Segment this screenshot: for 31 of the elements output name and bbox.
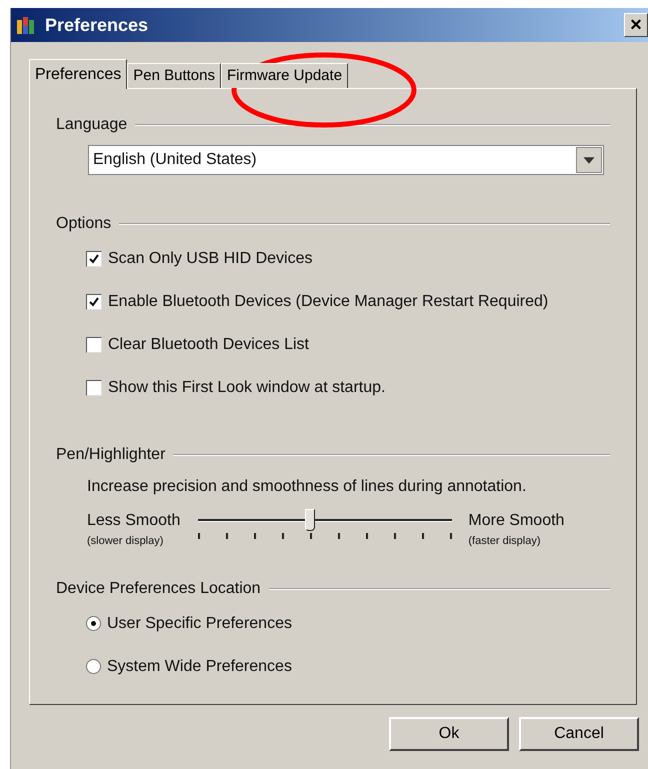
slider-min-note: (slower display) — [87, 534, 164, 549]
radio-button[interactable] — [86, 616, 101, 631]
checkbox[interactable] — [86, 337, 102, 353]
dialog-button[interactable]: Ok — [389, 717, 509, 751]
radio-button[interactable] — [86, 659, 101, 674]
checkbox-label: Scan Only USB HID Devices — [108, 249, 313, 269]
tab[interactable]: Firmware Update — [221, 63, 348, 88]
radio-label: User Specific Preferences — [107, 614, 292, 634]
slider-max-label: More Smooth — [468, 511, 564, 531]
section-heading: Device Preferences Location — [56, 578, 261, 598]
tab[interactable]: Pen Buttons — [127, 63, 221, 88]
section-heading: Language — [56, 115, 128, 135]
slider-min-label: Less Smooth — [87, 511, 180, 531]
window-title: Preferences — [45, 14, 148, 36]
dialog-button[interactable]: Cancel — [519, 717, 639, 751]
checkbox-label: Show this First Look window at startup. — [108, 378, 386, 398]
description-text: Increase precision and smoothness of lines during annotation. — [87, 477, 528, 497]
language-dropdown[interactable]: English (United States) — [88, 145, 604, 175]
checkbox[interactable] — [86, 380, 102, 396]
slider-thumb[interactable] — [305, 509, 316, 531]
radio-label: System Wide Preferences — [107, 656, 292, 676]
app-logo-icon — [15, 14, 37, 36]
tab[interactable]: Preferences — [29, 59, 128, 89]
section-heading: Options — [56, 214, 112, 234]
slider-max-note: (faster display) — [468, 534, 542, 549]
checkbox-label: Clear Bluetooth Devices List — [108, 335, 309, 355]
close-button[interactable]: × — [624, 13, 648, 37]
section-heading: Pen/Highlighter — [56, 445, 166, 465]
checkbox[interactable] — [86, 294, 102, 310]
checkbox-label: Enable Bluetooth Devices (Device Manager Restart Required) — [108, 292, 548, 312]
checkbox[interactable] — [86, 251, 102, 267]
